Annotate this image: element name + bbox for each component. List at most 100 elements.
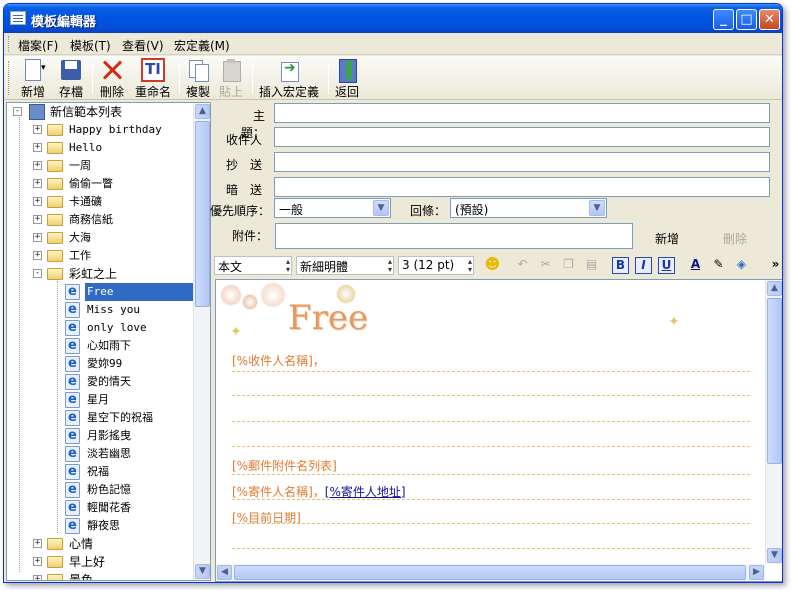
- rename-button[interactable]: TI 重命名: [132, 58, 174, 99]
- underline-button[interactable]: U: [658, 257, 675, 274]
- minimize-button[interactable]: _: [713, 9, 734, 30]
- delete-button[interactable]: 刪除: [97, 58, 127, 99]
- template-editor-window: 模板編輯器 _ □ ✕ 檔案(F) 模板(T) 查看(V) 宏定義(M) 新增 …: [3, 3, 783, 583]
- add-attachment-button[interactable]: 新增: [655, 230, 679, 247]
- expand-icon[interactable]: +: [33, 179, 42, 188]
- collapse-icon[interactable]: -: [13, 107, 22, 116]
- expand-icon[interactable]: +: [33, 233, 42, 242]
- exit-door-icon: [335, 58, 359, 83]
- flower-decoration: [242, 294, 258, 310]
- expand-icon[interactable]: +: [33, 197, 42, 206]
- expand-icon[interactable]: +: [33, 575, 42, 580]
- tree-vertical-scrollbar[interactable]: ▲ ▼: [193, 103, 210, 580]
- more-tools-icon[interactable]: »: [767, 257, 782, 274]
- chevron-down-icon[interactable]: ▼: [373, 200, 389, 216]
- folder-icon: [47, 142, 63, 154]
- spinner-icon[interactable]: ▴ ▾: [388, 258, 392, 274]
- font-size-select[interactable]: 3 (12 pt) ▴ ▾: [398, 256, 474, 275]
- spinner-icon[interactable]: ▴ ▾: [468, 258, 472, 274]
- paste-clipboard-icon: [219, 58, 243, 82]
- expand-icon[interactable]: +: [33, 125, 42, 134]
- expand-icon[interactable]: +: [33, 251, 42, 260]
- paragraph-style-select[interactable]: 本文 ▴ ▾: [214, 256, 292, 275]
- attachment-input[interactable]: [275, 223, 633, 249]
- menu-grip[interactable]: [8, 36, 11, 52]
- template-page-icon: [65, 391, 80, 409]
- tree-item-label: 月影搖曳: [87, 429, 131, 442]
- maximize-button[interactable]: □: [736, 9, 757, 30]
- toolbar: 新增 存檔 刪除 TI 重命名 複製 貼上 插入宏定義: [4, 56, 782, 100]
- toolbar-grip[interactable]: [8, 61, 11, 95]
- expand-icon[interactable]: +: [33, 557, 42, 566]
- paste-button[interactable]: 貼上: [217, 58, 245, 99]
- folder-icon: [47, 214, 63, 226]
- remove-attachment-button[interactable]: 刪除: [723, 230, 747, 247]
- scroll-thumb[interactable]: [195, 121, 210, 307]
- menu-template[interactable]: 模板(T): [70, 37, 111, 54]
- highlight-pen-icon[interactable]: ✎: [710, 257, 727, 274]
- save-label: 存檔: [58, 85, 83, 99]
- chevron-down-icon[interactable]: ▼: [589, 200, 605, 216]
- expand-icon[interactable]: +: [33, 539, 42, 548]
- scroll-thumb[interactable]: [767, 298, 782, 464]
- save-button[interactable]: 存檔: [56, 58, 86, 99]
- editor-horizontal-scrollbar[interactable]: ◀ ▶: [216, 564, 765, 581]
- smiley-icon[interactable]: ☻: [484, 257, 501, 274]
- menu-file[interactable]: 檔案(F): [18, 37, 58, 54]
- title-bar[interactable]: 模板編輯器 _ □ ✕: [4, 4, 782, 33]
- menu-view[interactable]: 查看(V): [122, 37, 164, 54]
- message-editor[interactable]: ✦ Free ✦ [%收件人名稱]， [%郵件附件名列表] [%寄件人名稱]，[…: [215, 279, 782, 582]
- scroll-down-arrow[interactable]: ▼: [195, 564, 210, 579]
- bcc-label: 暗 送: [225, 183, 262, 197]
- collapse-icon[interactable]: -: [33, 269, 42, 278]
- scroll-up-arrow[interactable]: ▲: [195, 104, 210, 119]
- scroll-right-arrow[interactable]: ▶: [749, 565, 764, 580]
- new-button[interactable]: 新增: [17, 58, 49, 99]
- scroll-left-arrow[interactable]: ◀: [217, 565, 232, 580]
- tree-item-label: Miss you: [87, 303, 140, 316]
- template-page-icon: [65, 427, 80, 445]
- bold-button[interactable]: B: [612, 257, 629, 274]
- expand-icon[interactable]: +: [33, 143, 42, 152]
- tree-item-label: 星空下的祝福: [87, 411, 153, 424]
- spinner-icon[interactable]: ▴ ▾: [286, 258, 290, 274]
- template-tree[interactable]: - 新信範本列表 + Happy birthday + Hello + 一周 + 偷偷一瞥 + 卡…: [6, 102, 211, 581]
- bcc-input[interactable]: [274, 177, 770, 197]
- receipt-select[interactable]: (預設) ▼: [450, 198, 607, 218]
- tree-item-label: Free: [85, 283, 195, 301]
- insert-macro-button[interactable]: 插入宏定義: [257, 58, 321, 99]
- copy-icon[interactable]: ❐: [560, 257, 577, 274]
- letter-line: [232, 446, 750, 447]
- menu-macro[interactable]: 宏定義(M): [174, 37, 230, 54]
- tree-item-label: only love: [87, 321, 147, 334]
- priority-select[interactable]: 一般 ▼: [274, 198, 391, 218]
- back-button[interactable]: 返回: [333, 58, 361, 99]
- banner-title: Free: [288, 298, 369, 338]
- paste-icon[interactable]: ▤: [583, 257, 600, 274]
- subject-input[interactable]: [274, 103, 770, 123]
- scroll-up-arrow[interactable]: ▲: [767, 281, 782, 296]
- to-input[interactable]: [274, 127, 770, 147]
- expand-icon[interactable]: +: [33, 161, 42, 170]
- template-page-icon: [65, 463, 80, 481]
- tree-folder-label: Hello: [69, 141, 103, 154]
- insert-macro-label: 插入宏定義: [258, 85, 319, 99]
- letter-line: [232, 371, 750, 372]
- sender-address-link[interactable]: [%寄件人地址]: [325, 485, 406, 499]
- cc-input[interactable]: [274, 152, 770, 172]
- font-color-icon[interactable]: A: [687, 257, 704, 274]
- template-page-icon: [65, 481, 80, 499]
- scroll-thumb[interactable]: [234, 565, 746, 580]
- cut-icon[interactable]: ✂: [537, 257, 554, 274]
- close-button[interactable]: ✕: [759, 9, 780, 30]
- undo-icon[interactable]: ↶: [514, 257, 531, 274]
- folder-icon: [47, 250, 63, 262]
- folder-icon: [47, 124, 63, 136]
- fill-bucket-icon[interactable]: ◈: [733, 257, 750, 274]
- italic-button[interactable]: I: [635, 257, 652, 274]
- scroll-down-arrow[interactable]: ▼: [767, 548, 782, 563]
- editor-vertical-scrollbar[interactable]: ▲ ▼: [765, 280, 782, 564]
- copy-button[interactable]: 複製: [184, 58, 212, 99]
- expand-icon[interactable]: +: [33, 215, 42, 224]
- font-family-select[interactable]: 新細明體 ▴ ▾: [296, 256, 394, 275]
